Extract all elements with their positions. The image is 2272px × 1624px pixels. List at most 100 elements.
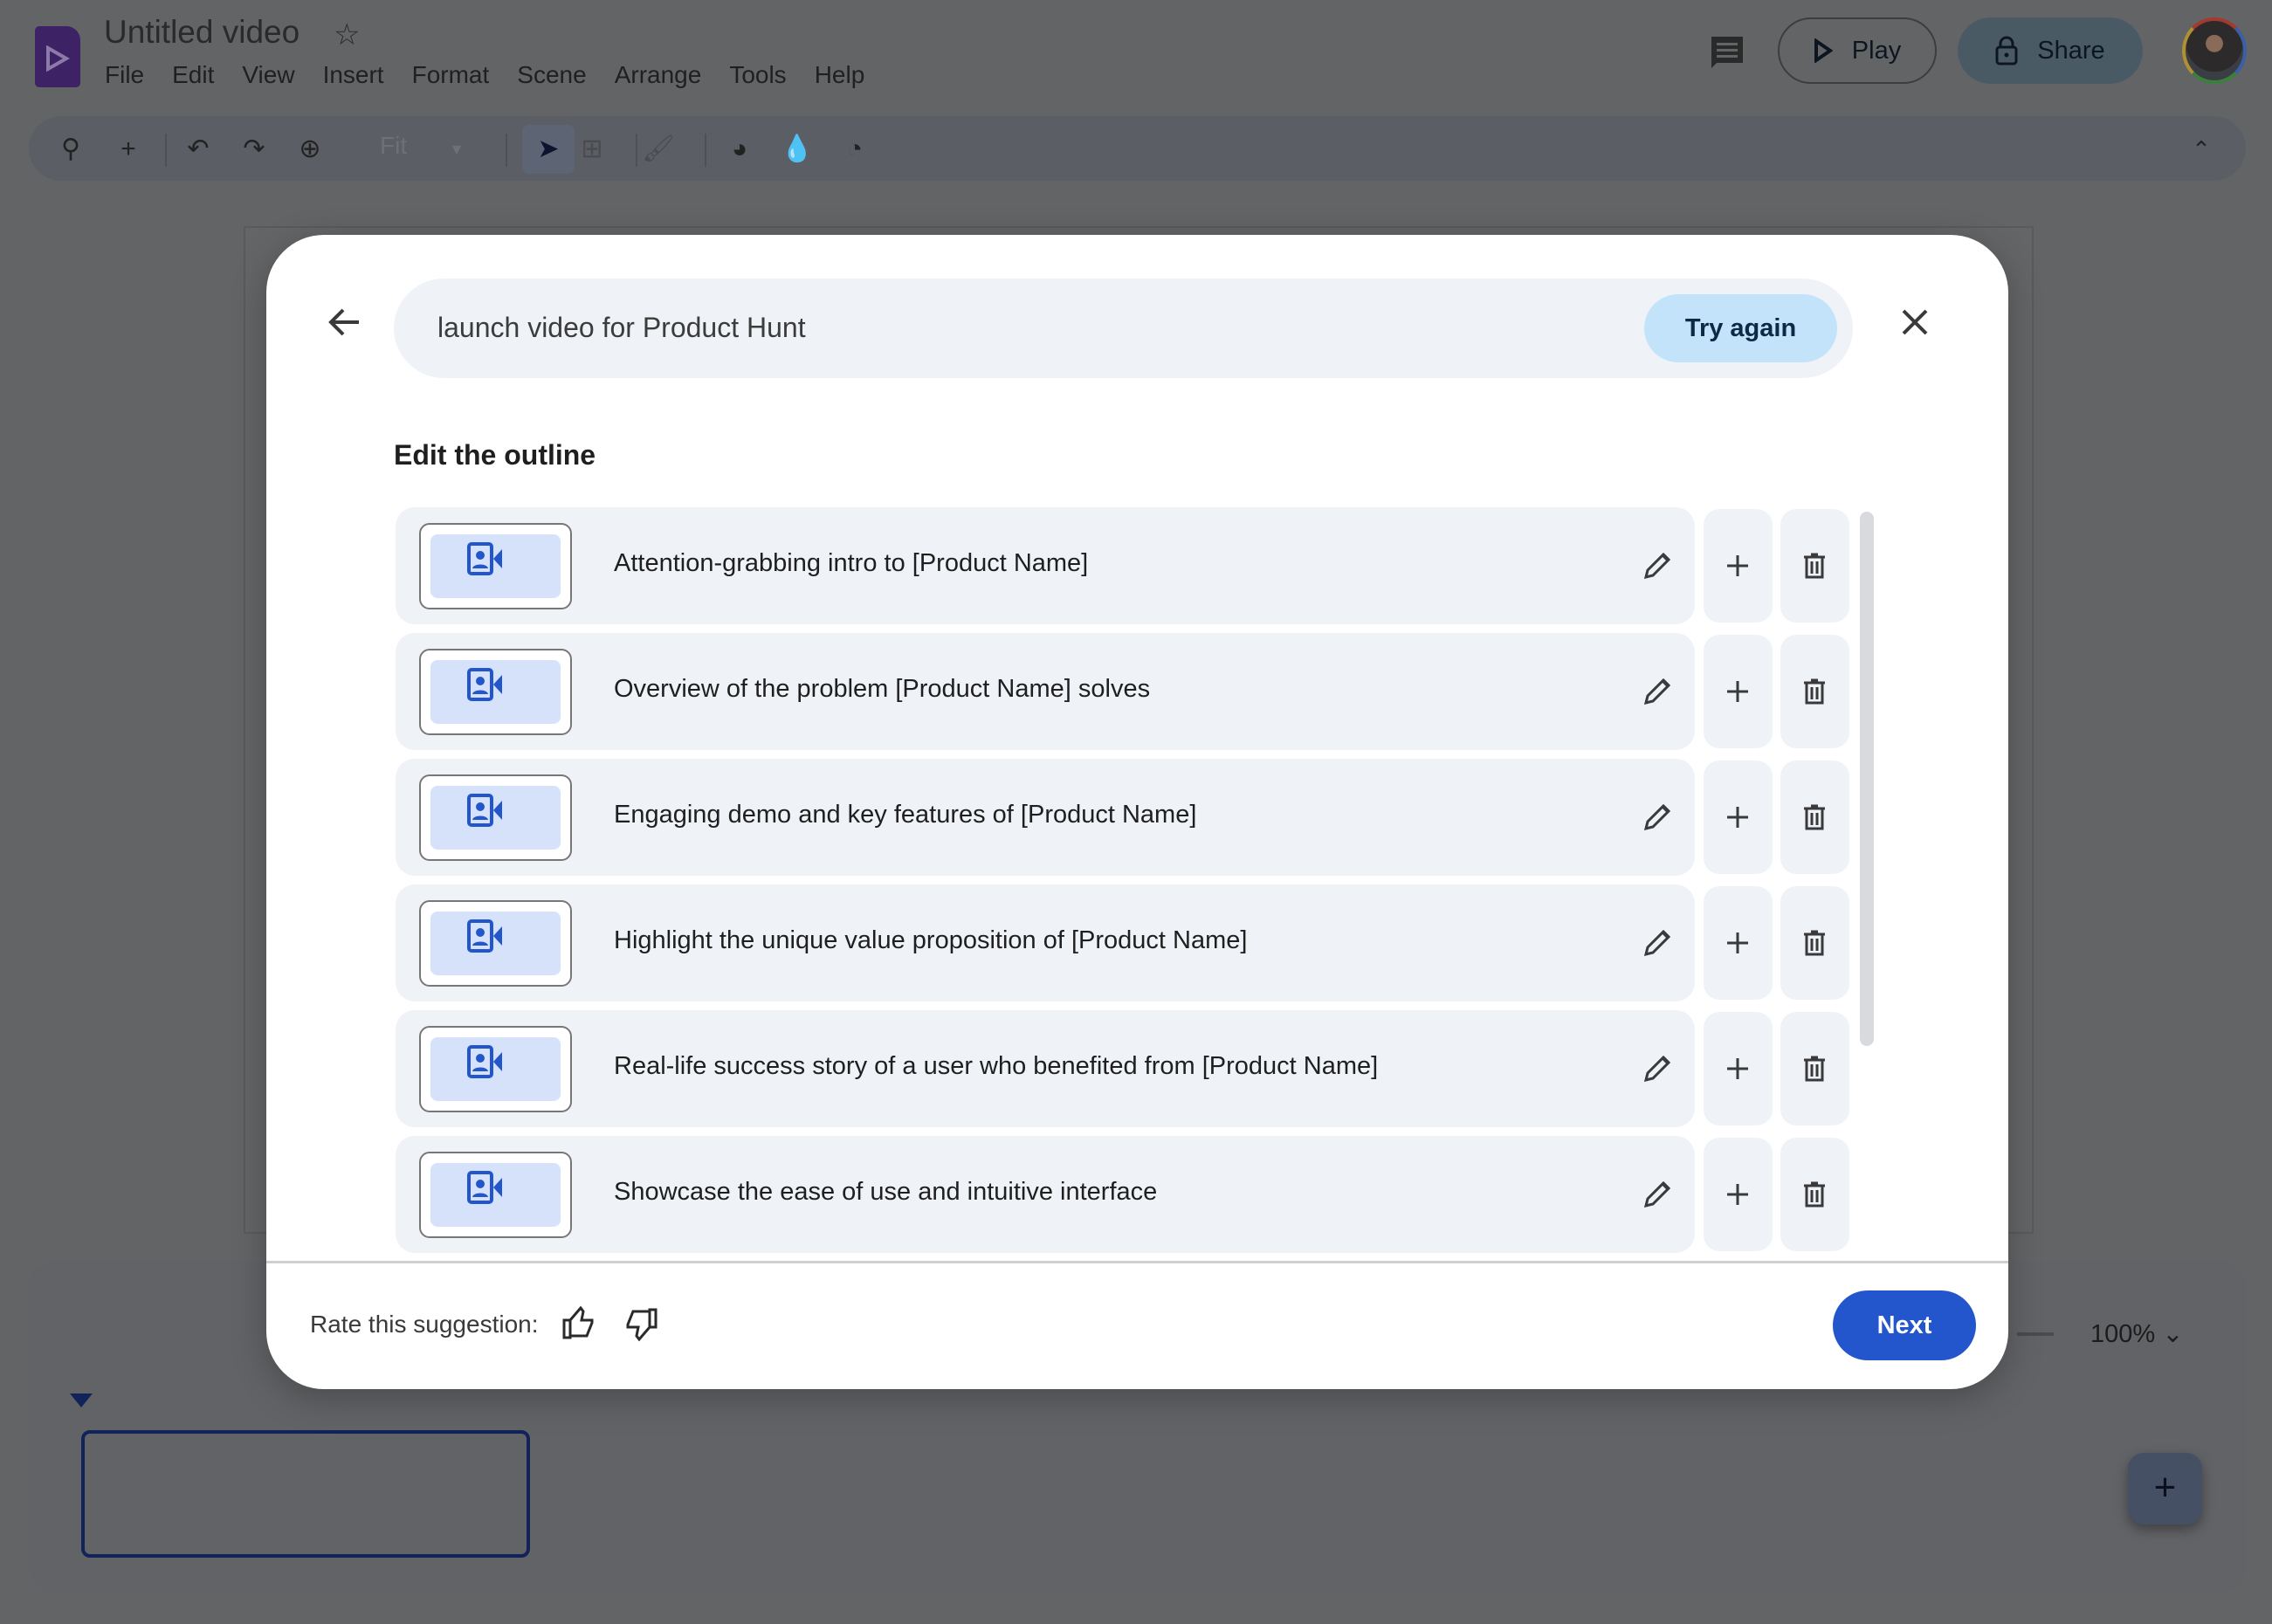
next-button[interactable]: Next xyxy=(1833,1290,1976,1360)
prompt-field[interactable]: launch video for Product Hunt Try again xyxy=(394,279,1853,378)
outline-list: Attention-grabbing intro to [Product Nam… xyxy=(396,507,1880,1262)
scene-thumbnail[interactable] xyxy=(419,1026,572,1112)
edit-button[interactable] xyxy=(1642,928,1672,962)
scene-thumbnail[interactable] xyxy=(419,900,572,987)
play-button[interactable]: Play xyxy=(1778,17,1937,84)
scene-thumbnail[interactable] xyxy=(419,649,572,735)
scrollbar[interactable] xyxy=(1860,512,1874,1046)
divider xyxy=(506,134,507,167)
edit-button[interactable] xyxy=(1642,802,1672,836)
outline-card[interactable]: Attention-grabbing intro to [Product Nam… xyxy=(396,507,1695,624)
comments-icon[interactable] xyxy=(1710,35,1746,76)
redo-icon[interactable]: ↷ xyxy=(238,134,270,165)
outline-text: Engaging demo and key features of [Produ… xyxy=(614,801,1197,829)
edit-icon xyxy=(1643,803,1671,831)
lock-icon xyxy=(1995,36,2018,65)
delete-item-button[interactable] xyxy=(1780,1012,1849,1125)
timeline-zoom[interactable]: 100% ⌄ xyxy=(2090,1318,2184,1349)
menu-view[interactable]: View xyxy=(242,61,294,89)
plus-icon xyxy=(1727,932,1748,953)
share-button[interactable]: Share xyxy=(1958,17,2143,84)
outline-card[interactable]: Showcase the ease of use and intuitive i… xyxy=(396,1136,1695,1253)
outline-text: Attention-grabbing intro to [Product Nam… xyxy=(614,549,1089,577)
outline-item: Engaging demo and key features of [Produ… xyxy=(396,759,1880,876)
scene-thumbnail[interactable] xyxy=(81,1430,530,1558)
share-label: Share xyxy=(2037,36,2105,65)
menu-insert[interactable]: Insert xyxy=(323,61,384,89)
menu-help[interactable]: Help xyxy=(815,61,865,89)
collapse-toolbar-icon[interactable]: ⌃ xyxy=(2186,134,2217,165)
rate-label: Rate this suggestion: xyxy=(310,1311,539,1338)
scene-thumbnail[interactable] xyxy=(419,774,572,861)
scene-thumbnail[interactable] xyxy=(419,523,572,609)
section-heading: Edit the outline xyxy=(394,439,596,471)
menu-arrange[interactable]: Arrange xyxy=(615,61,702,89)
edit-icon xyxy=(1643,929,1671,957)
edit-button[interactable] xyxy=(1642,551,1672,585)
cursor-icon[interactable]: ➤ xyxy=(533,134,564,165)
trash-icon xyxy=(1804,804,1825,830)
delete-item-button[interactable] xyxy=(1780,1138,1849,1251)
back-arrow-icon[interactable] xyxy=(327,306,361,342)
edit-icon xyxy=(1643,1055,1671,1083)
edit-button[interactable] xyxy=(1642,1054,1672,1088)
close-icon[interactable] xyxy=(1901,308,1929,341)
undo-icon[interactable]: ↶ xyxy=(182,134,214,165)
edit-icon xyxy=(1643,1180,1671,1208)
outline-card[interactable]: Engaging demo and key features of [Produ… xyxy=(396,759,1695,876)
fill-color-icon[interactable]: 💧 xyxy=(781,134,813,165)
prompt-text[interactable]: launch video for Product Hunt xyxy=(437,312,806,344)
app-logo[interactable] xyxy=(35,26,80,87)
edit-button[interactable] xyxy=(1642,1180,1672,1214)
zoom-select[interactable]: Fit xyxy=(380,132,407,160)
scene-thumbnail[interactable] xyxy=(419,1152,572,1238)
add-item-button[interactable] xyxy=(1704,635,1773,748)
edit-button[interactable] xyxy=(1642,677,1672,711)
star-icon[interactable]: ☆ xyxy=(334,17,360,52)
paint-format-icon[interactable]: 🖌 xyxy=(642,134,675,165)
zoom-icon[interactable]: ⊕ xyxy=(294,134,326,165)
search-menus-icon[interactable]: ⚲ xyxy=(55,134,86,165)
outline-item: Attention-grabbing intro to [Product Nam… xyxy=(396,507,1880,624)
delete-item-button[interactable] xyxy=(1780,635,1849,748)
try-again-button[interactable]: Try again xyxy=(1644,294,1837,362)
add-scene-button[interactable]: + xyxy=(2128,1453,2202,1524)
add-item-button[interactable] xyxy=(1704,760,1773,874)
divider xyxy=(705,134,706,167)
add-item-button[interactable] xyxy=(1704,509,1773,623)
trash-icon xyxy=(1804,553,1825,579)
outline-card[interactable]: Real-life success story of a user who be… xyxy=(396,1010,1695,1127)
thumbs-down-icon[interactable] xyxy=(624,1307,659,1346)
add-item-button[interactable] xyxy=(1704,1138,1773,1251)
shape-icon[interactable]: ◔ xyxy=(839,134,871,165)
plus-icon xyxy=(1727,807,1748,828)
outline-item: Showcase the ease of use and intuitive i… xyxy=(396,1136,1880,1253)
avatar[interactable] xyxy=(2182,17,2247,84)
outline-dialog: launch video for Product Hunt Try again … xyxy=(266,235,2008,1389)
menu-edit[interactable]: Edit xyxy=(172,61,214,89)
plus-icon xyxy=(1727,1184,1748,1205)
delete-item-button[interactable] xyxy=(1780,760,1849,874)
menu-scene[interactable]: Scene xyxy=(517,61,586,89)
zoom-slider[interactable] xyxy=(2017,1332,2054,1336)
thumbs-up-icon[interactable] xyxy=(561,1305,596,1345)
add-item-button[interactable] xyxy=(1704,1012,1773,1125)
add-icon[interactable]: + xyxy=(113,134,144,165)
chevron-down-icon[interactable]: ▼ xyxy=(441,134,472,165)
menu-file[interactable]: File xyxy=(105,61,144,89)
add-item-button[interactable] xyxy=(1704,886,1773,1000)
palette-icon[interactable]: ◕ xyxy=(724,134,755,165)
delete-item-button[interactable] xyxy=(1780,886,1849,1000)
outline-card[interactable]: Highlight the unique value proposition o… xyxy=(396,884,1695,1001)
menu-tools[interactable]: Tools xyxy=(729,61,786,89)
playhead-marker[interactable] xyxy=(70,1393,93,1407)
plus-icon xyxy=(1727,681,1748,702)
document-title[interactable]: Untitled video xyxy=(104,14,299,51)
add-comment-icon[interactable]: ⊞ xyxy=(576,134,608,165)
trash-icon xyxy=(1804,930,1825,956)
menu-format[interactable]: Format xyxy=(412,61,490,89)
delete-item-button[interactable] xyxy=(1780,509,1849,623)
outline-card[interactable]: Overview of the problem [Product Name] s… xyxy=(396,633,1695,750)
outline-text: Real-life success story of a user who be… xyxy=(614,1052,1379,1080)
outline-item: Highlight the unique value proposition o… xyxy=(396,884,1880,1001)
